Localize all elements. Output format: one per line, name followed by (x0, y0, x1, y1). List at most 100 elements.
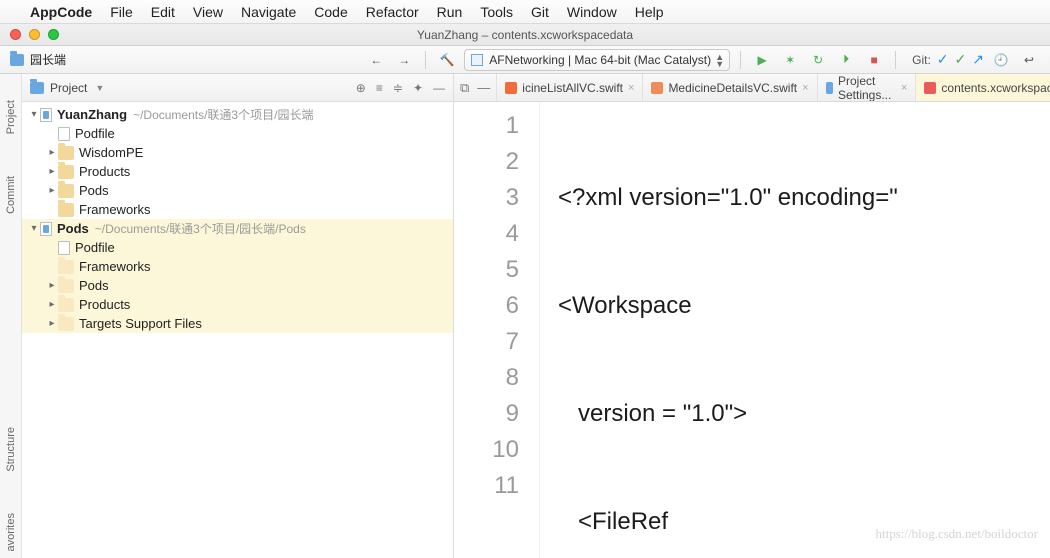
scheme-label: AFNetworking | Mac 64-bit (Mac Catalyst) (489, 53, 711, 67)
tree-item[interactable]: ▸Frameworks (22, 200, 453, 219)
project-panel-header: Project ▼ ⊕ ≡ ≑ ✦ — (22, 74, 453, 102)
editor-tab[interactable]: Project Settings...× (818, 74, 917, 101)
folder-icon (58, 203, 74, 217)
xcworkspace-icon (924, 82, 936, 94)
gutter-icon[interactable]: — (477, 80, 490, 95)
hide-panel-icon[interactable]: — (433, 81, 445, 95)
code-editor[interactable]: 1234567891011 <?xml version="1.0" encodi… (454, 102, 1050, 558)
panel-title[interactable]: Project (50, 81, 87, 95)
tree-item[interactable]: ▸Targets Support Files (22, 314, 453, 333)
file-icon (58, 127, 70, 141)
chevron-right-icon[interactable]: ▸ (46, 166, 58, 177)
swift-icon (505, 82, 517, 94)
chevron-down-icon[interactable]: ▾ (28, 223, 40, 234)
project-tree[interactable]: ▾ YuanZhang ~/Documents/联通3个项目/园长端 ▸Podf… (22, 102, 453, 558)
menubar-navigate[interactable]: Navigate (241, 4, 296, 20)
stripe-commit[interactable]: Commit (3, 170, 19, 220)
stripe-structure[interactable]: Structure (3, 421, 19, 478)
close-icon[interactable]: × (802, 82, 808, 94)
menubar-file[interactable]: File (110, 4, 133, 20)
menubar-help[interactable]: Help (635, 4, 664, 20)
tree-path: ~/Documents/联通3个项目/园长端/Pods (95, 220, 306, 237)
menubar-code[interactable]: Code (314, 4, 347, 20)
chevron-updown-icon: ▲▼ (715, 54, 724, 68)
chevron-down-icon[interactable]: ▾ (28, 109, 40, 120)
debug-button[interactable]: ✶ (779, 49, 801, 71)
breadcrumb-label: 园长端 (30, 51, 66, 68)
tool-window-stripe: Project Commit Structure avorites (0, 74, 22, 558)
separator (740, 51, 741, 69)
menubar-edit[interactable]: Edit (151, 4, 175, 20)
zoom-window-button[interactable] (48, 29, 59, 40)
settings-icon[interactable]: ✦ (413, 81, 423, 95)
mac-menubar: AppCode File Edit View Navigate Code Ref… (0, 0, 1050, 24)
tree-item[interactable]: ▸Products (22, 295, 453, 314)
menubar-view[interactable]: View (193, 4, 223, 20)
menubar-window[interactable]: Window (567, 4, 617, 20)
chevron-right-icon[interactable]: ▸ (46, 280, 58, 291)
profile-button[interactable]: ⏵ (835, 49, 857, 71)
tree-item[interactable]: ▸Podfile (22, 238, 453, 257)
chevron-right-icon[interactable]: ▸ (46, 318, 58, 329)
editor-tab[interactable]: icineListAllVC.swift× (497, 74, 643, 101)
nav-fwd-button[interactable]: → (393, 49, 415, 71)
git-push-button[interactable]: ↗ (972, 51, 984, 68)
expand-icon[interactable]: ≡ (376, 81, 383, 95)
separator (895, 51, 896, 69)
chevron-right-icon[interactable]: ▸ (46, 185, 58, 196)
tree-label: Pods (57, 221, 89, 236)
tree-item[interactable]: ▸Pods (22, 181, 453, 200)
file-icon (58, 241, 70, 255)
folder-icon (58, 298, 74, 312)
tree-root[interactable]: ▾ YuanZhang ~/Documents/联通3个项目/园长端 (22, 105, 453, 124)
git-update-button[interactable]: ✓ (937, 51, 949, 68)
tree-root[interactable]: ▾ Pods ~/Documents/联通3个项目/园长端/Pods (22, 219, 453, 238)
gutter-icon[interactable]: ⧉ (460, 80, 469, 96)
stop-button[interactable]: ■ (863, 49, 885, 71)
breadcrumb[interactable]: 园长端 (0, 51, 76, 68)
menubar-refactor[interactable]: Refactor (366, 4, 419, 20)
close-icon[interactable]: × (628, 82, 634, 94)
folder-icon (58, 260, 74, 274)
run-scheme-selector[interactable]: AFNetworking | Mac 64-bit (Mac Catalyst)… (464, 49, 730, 71)
chevron-right-icon[interactable]: ▸ (46, 147, 58, 158)
tree-item[interactable]: ▸Pods (22, 276, 453, 295)
chevron-right-icon[interactable]: ▸ (46, 299, 58, 310)
menubar-git[interactable]: Git (531, 4, 549, 20)
locate-icon[interactable]: ⊕ (356, 81, 366, 95)
editor-tab[interactable]: MedicineDetailsVC.swift× (643, 74, 817, 101)
folder-icon (30, 82, 44, 94)
git-label: Git: (912, 53, 931, 67)
menubar-tools[interactable]: Tools (480, 4, 513, 20)
project-settings-icon (826, 82, 833, 94)
git-commit-button[interactable]: ✓ (955, 51, 967, 68)
close-window-button[interactable] (10, 29, 21, 40)
stripe-favorites[interactable]: avorites (3, 507, 19, 558)
code-content[interactable]: <?xml version="1.0" encoding=" <Workspac… (540, 102, 1050, 558)
chevron-down-icon[interactable]: ▼ (95, 83, 104, 93)
close-icon[interactable]: × (901, 82, 907, 94)
nav-back-button[interactable]: ← (365, 49, 387, 71)
folder-icon (58, 165, 74, 179)
menubar-run[interactable]: Run (437, 4, 463, 20)
editor-tab-active[interactable]: contents.xcworkspacedata (916, 74, 1050, 101)
run-button[interactable]: ▶ (751, 49, 773, 71)
tree-item[interactable]: ▸Products (22, 162, 453, 181)
window-titlebar: YuanZhang – contents.xcworkspacedata (0, 24, 1050, 46)
tree-item[interactable]: ▸WisdomPE (22, 143, 453, 162)
build-hammer-icon[interactable]: 🔨 (436, 49, 458, 71)
separator (425, 51, 426, 69)
minimize-window-button[interactable] (29, 29, 40, 40)
stripe-project[interactable]: Project (2, 94, 20, 140)
collapse-icon[interactable]: ≑ (393, 81, 403, 95)
folder-icon (58, 184, 74, 198)
tree-label: YuanZhang (57, 107, 127, 122)
tree-item[interactable]: ▸Podfile (22, 124, 453, 143)
swift-icon (651, 82, 663, 94)
git-history-button[interactable]: 🕘 (990, 49, 1012, 71)
git-rollback-button[interactable]: ↩ (1018, 49, 1040, 71)
tree-item[interactable]: ▸Frameworks (22, 257, 453, 276)
coverage-button[interactable]: ↻ (807, 49, 829, 71)
editor: ⧉ — icineListAllVC.swift× MedicineDetail… (454, 74, 1050, 558)
menubar-app[interactable]: AppCode (30, 4, 92, 20)
